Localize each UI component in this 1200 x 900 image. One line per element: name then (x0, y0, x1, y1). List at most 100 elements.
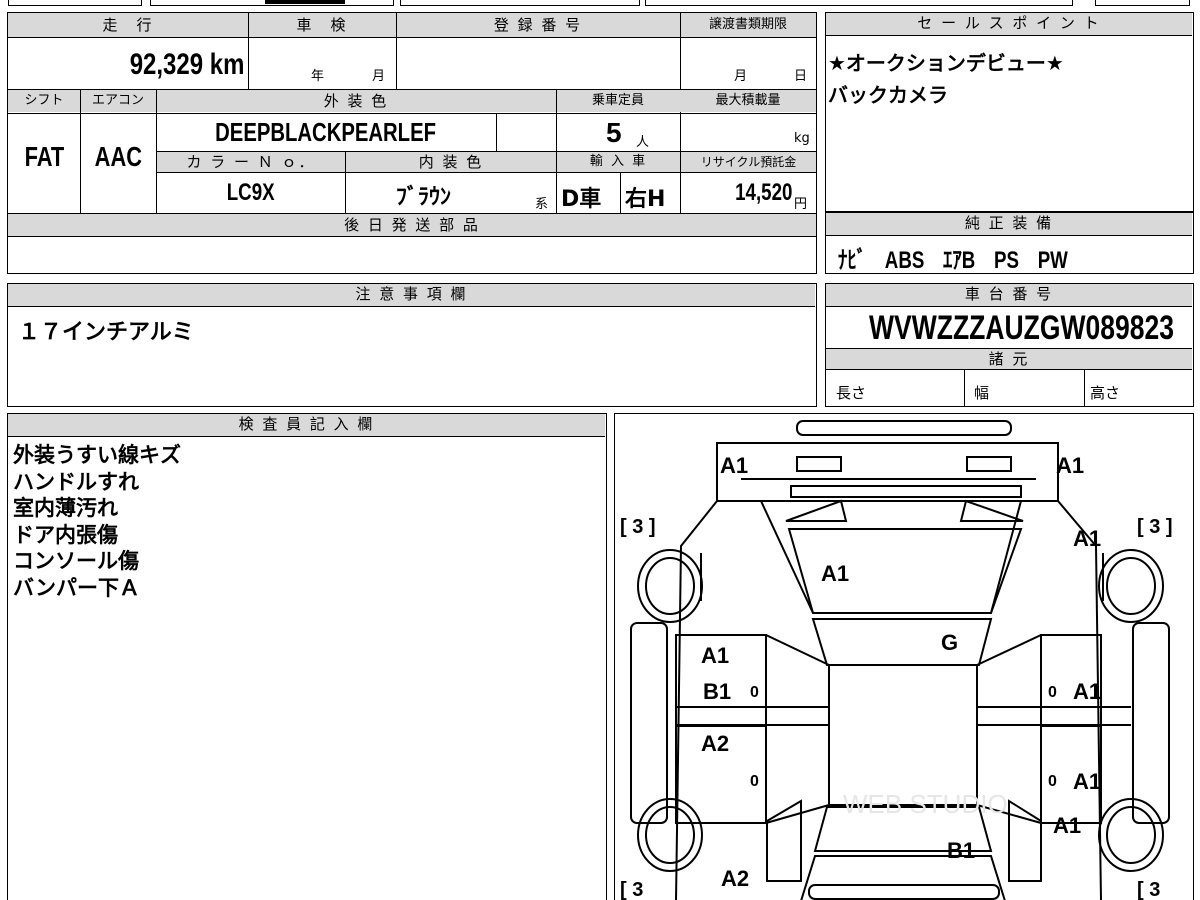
chassis-box: 車 台 番 号 WVWZZZAUZGW089823 諸 元 長さ 幅 高さ (825, 283, 1194, 407)
inspection-month-label: 月 (372, 69, 386, 84)
inspection-header: 車 検 (248, 13, 396, 37)
sales-points-header: セ ー ル ス ポ イ ン ト (826, 13, 1192, 36)
exterior-color-value: DEEPBLACKPEARLEF (215, 117, 437, 147)
mark-left-front-door-2: B1 (703, 679, 731, 704)
grille-outline (790, 485, 1022, 498)
spec-height-label: 高さ (1090, 384, 1121, 402)
capacity-value: 5 (606, 117, 622, 148)
mark-right-quarter: A1 (1053, 813, 1081, 838)
interior-color-value: ﾌﾞﾗｳﾝ (396, 185, 452, 210)
zero-mark: 0 (1048, 684, 1057, 701)
mark-right-fender: A1 (1073, 526, 1101, 551)
equipment-box: 純 正 装 備 ﾅﾋﾞ ABS ｴｱB PS PW (825, 212, 1194, 274)
mark-front-left: A1 (720, 453, 748, 478)
right-doors (1040, 634, 1102, 824)
mark-rear-left: A2 (721, 866, 749, 891)
zero-mark: 0 (750, 684, 759, 701)
aircon-value: AAC (94, 141, 142, 172)
tire-front-left (637, 549, 703, 623)
mark-right-rear-door: A1 (1073, 769, 1101, 794)
inspector-box: 検 査 員 記 入 欄 外装うすい線キズ ハンドルすれ 室内薄汚れ ドア内張傷 … (7, 413, 607, 900)
mark-windshield: G (941, 630, 958, 655)
inspector-notes-list: 外装うすい線キズ ハンドルすれ 室内薄汚れ ドア内張傷 コンソール傷 バンパー下… (13, 442, 181, 601)
headlight-right (966, 456, 1012, 472)
inspector-note: 外装うすい線キズ (13, 443, 181, 467)
interior-color-suffix: 系 (535, 197, 549, 212)
import-dealer-value: D車 (561, 187, 602, 212)
inspector-note: 室内薄汚れ (13, 496, 118, 520)
tire-front-right (1098, 549, 1164, 623)
chassis-number: WVWZZZAUZGW089823 (869, 309, 1175, 347)
interior-color-header: 内 装 色 (346, 152, 556, 172)
notes-box: 注 意 事 項 欄 １７インチアルミ (7, 283, 817, 407)
import-handle-value: 右H (625, 187, 666, 212)
headlight-left (796, 456, 842, 472)
inspector-note: バンパー下Ａ (13, 575, 141, 600)
inspector-header: 検 査 員 記 入 欄 (8, 414, 605, 437)
mark-front-right: A1 (1056, 453, 1084, 478)
tire-rear-left (637, 798, 703, 872)
body-sides (675, 500, 1102, 900)
sales-points-list: ★オークションデビュー★ バックカメラ (828, 47, 1064, 111)
mark-left-front-door-1: A1 (701, 643, 729, 668)
inspector-note: ハンドルすれ (13, 469, 139, 494)
spec-width-label: 幅 (974, 384, 990, 402)
capacity-header: 乗車定員 (556, 90, 680, 112)
recycle-header: リサイクル預託金 (681, 152, 816, 172)
notes-value: １７インチアルミ (18, 320, 194, 345)
tire-tread-fr: [ 3 ] (1137, 516, 1173, 538)
registration-header: 登 録 番 号 (396, 13, 680, 37)
rocker-lines (676, 706, 1131, 726)
sales-points-box: セ ー ル ス ポ イ ン ト ★オークションデビュー★ バックカメラ (825, 12, 1194, 212)
zero-mark: 0 (750, 773, 759, 790)
rear-bumper (808, 884, 1000, 900)
zero-mark: 0 (1048, 773, 1057, 790)
roof (828, 664, 978, 806)
recycle-value: 14,520 (734, 179, 792, 206)
later-parts-header: 後 日 発 送 部 品 (8, 214, 816, 236)
mark-left-rear-door: A2 (701, 731, 729, 756)
shift-value: FAT (24, 141, 64, 172)
mark-trunk: B1 (947, 838, 975, 863)
max-load-header: 最大積載量 (680, 90, 816, 112)
import-header: 輸 入 車 (557, 152, 680, 172)
mark-hood: A1 (821, 561, 849, 586)
sales-point-line: バックカメラ (828, 83, 948, 107)
notes-header: 注 意 事 項 欄 (8, 284, 815, 307)
inspection-year-label: 年 (311, 69, 325, 84)
spec-length-label: 長さ (836, 384, 867, 402)
transfer-deadline-header: 譲渡書類期限 (680, 13, 816, 37)
damage-diagram-box: WEB STUDIO A1 A1 A1 A1 G A1 B1 A2 A1 A1 … (614, 413, 1194, 900)
inspector-note: ドア内張傷 (13, 522, 118, 547)
shift-header: シフト (8, 90, 80, 112)
mark-right-front-door: A1 (1073, 679, 1101, 704)
max-load-unit: kg (794, 131, 810, 146)
equipment-header: 純 正 装 備 (826, 213, 1192, 236)
capacity-unit: 人 (636, 135, 650, 150)
recycle-unit: 円 (794, 197, 808, 212)
vehicle-info-block: 走 行 車 検 登 録 番 号 譲渡書類期限 92,329 km 年 月 月 日… (7, 12, 817, 274)
mileage-value: 92,329 km (8, 41, 244, 89)
tire-tread-rl: [ 3 (620, 879, 643, 900)
chassis-header: 車 台 番 号 (826, 284, 1192, 307)
hood-vents (785, 499, 1024, 522)
car-diagram: WEB STUDIO A1 A1 A1 A1 G A1 B1 A2 A1 A1 … (620, 420, 1173, 900)
mileage-unit: km (209, 48, 244, 81)
mileage-number: 92,329 (129, 48, 203, 81)
right-side-strip (1132, 622, 1170, 824)
inspector-note: コンソール傷 (13, 549, 139, 573)
left-side-strip (630, 622, 668, 824)
tire-tread-fl: [ 3 ] (620, 516, 656, 538)
equipment-value: ﾅﾋﾞ ABS ｴｱB PS PW (838, 247, 1068, 274)
fenders (700, 553, 1104, 601)
watermark-text: WEB STUDIO (843, 789, 1008, 819)
tire-rear-right (1098, 798, 1164, 872)
mileage-header: 走 行 (8, 13, 248, 37)
top-strip (0, 0, 1200, 9)
tire-tread-rr: [ 3 (1137, 879, 1160, 900)
transfer-month-label: 月 (734, 69, 748, 84)
sales-point-line: ★オークションデビュー★ (828, 51, 1064, 75)
front-bumper (796, 420, 1012, 436)
color-no-value: LC9X (226, 179, 275, 206)
color-no-header: カ ラ ー Ｎ ｏ． (157, 152, 345, 172)
